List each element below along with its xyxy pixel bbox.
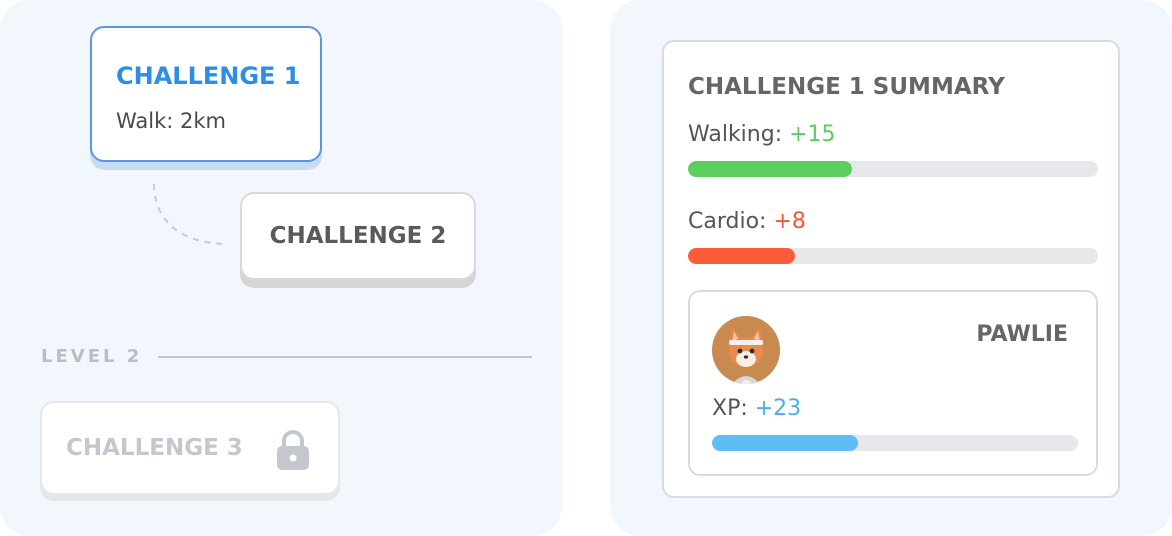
cardio-value: +8 — [773, 209, 806, 234]
walking-progress-fill — [688, 161, 852, 177]
challenge-1-title: CHALLENGE 1 — [116, 62, 301, 90]
level-divider — [158, 356, 532, 358]
walking-stat: Walking: +15 — [688, 122, 836, 147]
xp-value: +23 — [754, 396, 802, 421]
challenge-summary-card: CHALLENGE 1 SUMMARY Walking: +15 Cardio:… — [662, 40, 1120, 498]
pet-card: PAWLIE XP: +23 — [688, 290, 1098, 476]
cardio-label: Cardio: — [688, 209, 767, 234]
pet-name: PAWLIE — [976, 322, 1068, 347]
xp-progress-fill — [712, 435, 859, 451]
challenge-2-title: CHALLENGE 2 — [269, 223, 447, 249]
summary-title: CHALLENGE 1 SUMMARY — [688, 74, 1005, 100]
challenge-2-card[interactable]: CHALLENGE 2 — [240, 192, 476, 280]
path-connector — [153, 183, 229, 245]
walking-progress-bar — [688, 161, 1098, 177]
xp-label: XP: — [712, 396, 748, 421]
cardio-stat: Cardio: +8 — [688, 209, 806, 234]
challenge-1-description: Walk: 2km — [116, 109, 227, 133]
xp-stat: XP: +23 — [712, 396, 801, 421]
challenge-3-title: CHALLENGE 3 — [66, 435, 243, 461]
level-2-label: LEVEL 2 — [41, 346, 143, 367]
lock-icon — [277, 430, 309, 470]
fox-avatar-icon — [712, 316, 780, 384]
xp-progress-bar — [712, 435, 1078, 451]
walking-value: +15 — [789, 122, 836, 147]
walking-label: Walking: — [688, 122, 783, 147]
challenge-1-card[interactable]: CHALLENGE 1 Walk: 2km — [90, 26, 322, 162]
challenge-3-card: CHALLENGE 3 — [40, 401, 340, 495]
cardio-progress-bar — [688, 248, 1098, 264]
cardio-progress-fill — [688, 248, 795, 264]
